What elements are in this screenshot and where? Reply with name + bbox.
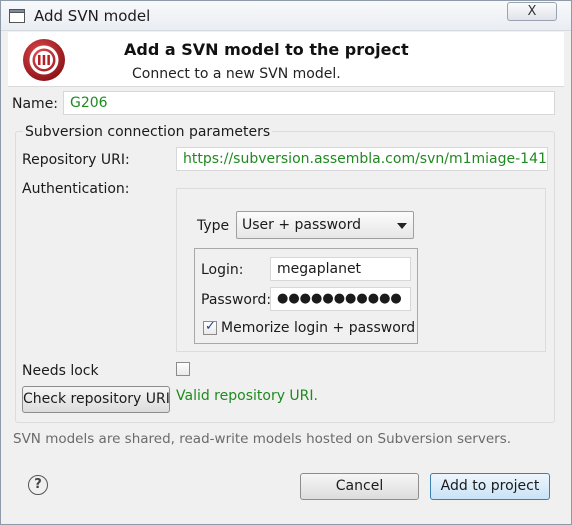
password-input[interactable]: ●●●●●●●●●●● <box>270 287 411 311</box>
checkmark-icon: ✓ <box>205 319 216 334</box>
svn-logo-icon <box>23 39 65 81</box>
authentication-label: Authentication: <box>22 181 130 197</box>
group-title: Subversion connection parameters <box>23 124 273 140</box>
cancel-button[interactable]: Cancel <box>300 473 419 500</box>
dialog-body: Name: G206 Subversion connection paramet… <box>8 87 564 519</box>
login-label: Login: <box>201 262 244 278</box>
needs-lock-label: Needs lock <box>22 363 99 379</box>
repository-uri-input[interactable]: https://subversion.assembla.com/svn/m1mi… <box>176 147 548 171</box>
memorize-label: Memorize login + password <box>221 320 416 336</box>
auth-type-value: User + password <box>242 217 362 233</box>
password-label: Password: <box>201 292 272 308</box>
close-icon: X <box>527 4 537 19</box>
banner-title: Add a SVN model to the project <box>124 40 409 59</box>
add-to-project-button[interactable]: Add to project <box>430 473 550 500</box>
help-icon[interactable]: ? <box>28 475 48 495</box>
check-repository-button[interactable]: Check repository URI <box>22 386 170 413</box>
name-label: Name: <box>12 96 59 112</box>
needs-lock-checkbox[interactable] <box>176 362 190 376</box>
window-icon <box>9 9 25 23</box>
validation-status: Valid repository URI. <box>176 388 318 404</box>
dialog-window: Add SVN model X Add a SVN model to the p… <box>0 0 572 525</box>
header-banner: Add a SVN model to the project Connect t… <box>8 32 564 87</box>
close-button[interactable]: X <box>507 2 557 21</box>
footer-note: SVN models are shared, read-write models… <box>13 431 512 447</box>
memorize-checkbox[interactable]: ✓ <box>203 319 217 335</box>
type-label: Type <box>197 218 230 234</box>
login-input[interactable]: megaplanet <box>270 257 411 281</box>
banner-subtitle: Connect to a new SVN model. <box>132 66 341 82</box>
chevron-down-icon <box>397 223 407 229</box>
title-bar: Add SVN model X <box>1 1 571 31</box>
name-input[interactable]: G206 <box>63 91 555 115</box>
auth-type-select[interactable]: User + password <box>236 211 414 239</box>
repository-uri-label: Repository URI: <box>22 152 130 168</box>
window-title: Add SVN model <box>34 7 151 25</box>
